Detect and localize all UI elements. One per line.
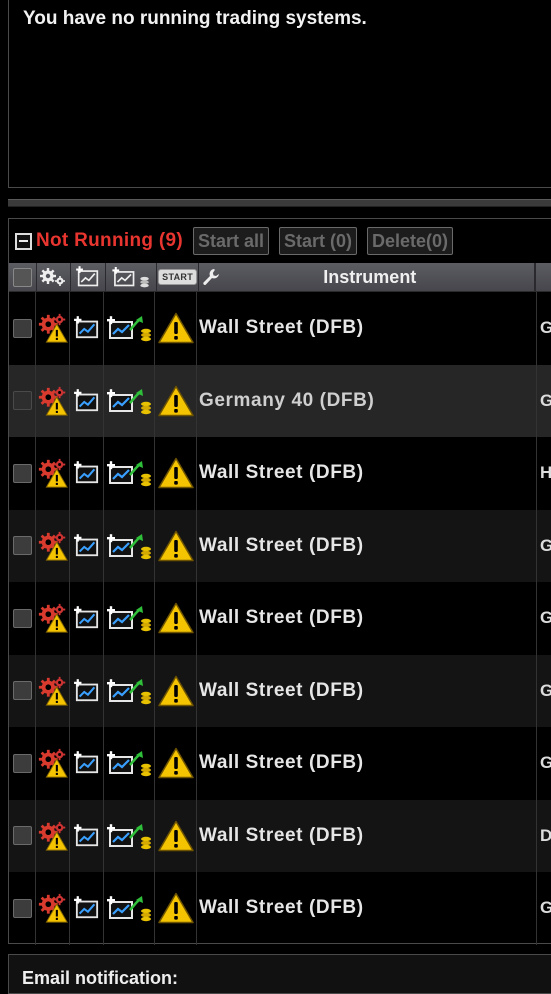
table-row[interactable]: Wall Street (DFB) G xyxy=(9,727,551,800)
email-notification-panel: Email notification: xyxy=(8,954,551,994)
not-running-title: Not Running (9) xyxy=(36,230,183,251)
not-running-header: Not Running (9) Start all Start (0) Dele… xyxy=(9,219,551,263)
next-column-value: G xyxy=(540,390,551,410)
table-row[interactable]: Wall Street (DFB) H xyxy=(9,437,551,510)
chart-coins-icon[interactable] xyxy=(106,677,152,705)
chart-add-icon[interactable] xyxy=(73,316,101,340)
row-checkbox[interactable] xyxy=(12,463,32,483)
next-column-value: D xyxy=(540,825,551,845)
warning-icon[interactable] xyxy=(158,820,194,852)
next-column-value: G xyxy=(540,680,551,700)
gears-icon xyxy=(40,268,66,286)
next-column-value: G xyxy=(540,898,551,918)
warning-icon[interactable] xyxy=(158,602,194,634)
chart-coins-icon[interactable] xyxy=(106,459,152,487)
chart-coins-icon xyxy=(112,267,149,288)
table-row[interactable]: Wall Street (DFB) G xyxy=(9,872,551,945)
gear-warning-icon[interactable] xyxy=(37,675,69,707)
chart-coins-icon[interactable] xyxy=(106,314,152,342)
wrench-icon xyxy=(203,269,220,285)
row-checkbox[interactable] xyxy=(12,826,32,846)
chart-add-icon[interactable] xyxy=(73,461,101,485)
warning-icon[interactable] xyxy=(158,747,194,779)
next-column-value: G xyxy=(540,753,551,773)
instrument-column-header[interactable]: Instrument xyxy=(199,263,536,291)
chart-add-icon[interactable] xyxy=(73,679,101,703)
instrument-name: Wall Street (DFB) xyxy=(199,824,364,846)
next-column-header[interactable] xyxy=(535,263,551,291)
instrument-name: Wall Street (DFB) xyxy=(199,534,364,556)
warning-icon[interactable] xyxy=(158,530,194,562)
gear-warning-icon[interactable] xyxy=(37,312,69,344)
instrument-name: Wall Street (DFB) xyxy=(199,607,364,629)
table-row[interactable]: Wall Street (DFB) G xyxy=(9,509,551,582)
chart-coins-icon[interactable] xyxy=(106,822,152,850)
chart-coins-icon[interactable] xyxy=(106,387,152,415)
collapse-icon[interactable] xyxy=(15,232,32,250)
table-row[interactable]: Germany 40 (DFB) G xyxy=(9,364,551,437)
row-checkbox[interactable] xyxy=(12,898,32,918)
not-running-panel: Not Running (9) Start all Start (0) Dele… xyxy=(8,218,551,945)
next-column-value: H xyxy=(540,463,551,483)
chart-add-icon[interactable] xyxy=(73,896,101,920)
warning-icon[interactable] xyxy=(158,675,194,707)
row-checkbox[interactable] xyxy=(12,753,32,773)
select-all-checkbox[interactable] xyxy=(9,263,37,291)
start-button[interactable]: Start (0) xyxy=(279,227,358,255)
table-row[interactable]: Wall Street (DFB) G xyxy=(9,582,551,655)
warning-icon[interactable] xyxy=(158,312,194,344)
start-all-button[interactable]: Start all xyxy=(192,227,269,255)
chart-add-icon[interactable] xyxy=(73,389,101,413)
row-checkbox[interactable] xyxy=(12,681,32,701)
email-notification-label: Email notification: xyxy=(22,968,179,988)
chart-add-icon xyxy=(76,266,99,287)
start-icon: START xyxy=(158,269,198,285)
table-header: START Instrument xyxy=(9,263,551,292)
instrument-header-label: Instrument xyxy=(323,266,417,287)
table-row[interactable]: Wall Street (DFB) G xyxy=(9,292,551,365)
gear-warning-icon[interactable] xyxy=(37,892,69,924)
chart-coins-icon[interactable] xyxy=(106,894,152,922)
row-checkbox[interactable] xyxy=(12,608,32,628)
systems-table-body: Wall Street (DFB) G Germany 40 (DFB) G W… xyxy=(9,292,551,945)
chart-coins-icon[interactable] xyxy=(106,604,152,632)
settings-column-header xyxy=(37,263,72,291)
no-running-systems-message: You have no running trading systems. xyxy=(23,8,367,29)
next-column-value: G xyxy=(540,608,551,628)
warning-icon[interactable] xyxy=(158,892,194,924)
chart-add-icon[interactable] xyxy=(73,824,101,848)
chart-add-icon[interactable] xyxy=(73,606,101,630)
warning-icon[interactable] xyxy=(158,457,194,489)
gear-warning-icon[interactable] xyxy=(37,457,69,489)
instrument-name: Germany 40 (DFB) xyxy=(199,389,375,411)
gear-warning-icon[interactable] xyxy=(37,530,69,562)
instrument-name: Wall Street (DFB) xyxy=(199,897,364,919)
running-systems-panel: You have no running trading systems. xyxy=(8,0,551,188)
instrument-name: Wall Street (DFB) xyxy=(199,462,364,484)
chart-add-icon[interactable] xyxy=(73,534,101,558)
row-checkbox[interactable] xyxy=(12,318,32,338)
row-checkbox[interactable] xyxy=(12,391,32,411)
start-column-header: START xyxy=(157,263,200,291)
chart-column-header xyxy=(71,263,106,291)
next-column-value: G xyxy=(540,535,551,555)
table-row[interactable]: Wall Street (DFB) G xyxy=(9,654,551,727)
gear-warning-icon[interactable] xyxy=(37,820,69,852)
row-checkbox[interactable] xyxy=(12,536,32,556)
gear-warning-icon[interactable] xyxy=(37,385,69,417)
next-column-value: G xyxy=(540,318,551,338)
instrument-name: Wall Street (DFB) xyxy=(199,679,364,701)
chart-coins-icon[interactable] xyxy=(106,749,152,777)
table-row[interactable]: Wall Street (DFB) D xyxy=(9,799,551,872)
chart-add-icon[interactable] xyxy=(73,751,101,775)
warning-icon[interactable] xyxy=(158,385,194,417)
gear-warning-icon[interactable] xyxy=(37,747,69,779)
delete-button[interactable]: Delete(0) xyxy=(367,227,454,255)
instrument-name: Wall Street (DFB) xyxy=(199,317,364,339)
instrument-name: Wall Street (DFB) xyxy=(199,752,364,774)
chart-coins-icon[interactable] xyxy=(106,532,152,560)
gear-warning-icon[interactable] xyxy=(37,602,69,634)
trade-column-header xyxy=(106,263,157,291)
panel-splitter[interactable] xyxy=(8,199,551,207)
